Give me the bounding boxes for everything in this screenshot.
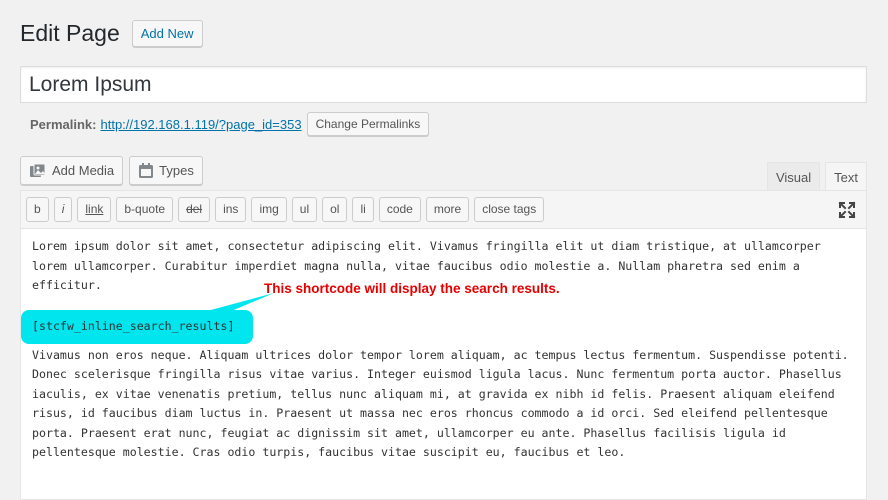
change-permalinks-button[interactable]: Change Permalinks xyxy=(306,112,430,136)
tab-text[interactable]: Text xyxy=(825,162,867,192)
annotation-text: This shortcode will display the search r… xyxy=(264,280,560,296)
page-title: Edit Page xyxy=(20,20,120,46)
page-header: Edit Page Add New xyxy=(20,18,203,48)
media-buttons: Add Media Types xyxy=(20,156,203,185)
quicktag-del-button[interactable]: del xyxy=(178,197,211,222)
add-new-button[interactable]: Add New xyxy=(131,19,203,47)
quicktag-close-tags-button[interactable]: close tags xyxy=(474,197,545,222)
permalink-link[interactable]: http://192.168.1.119/?page_id=353 xyxy=(100,117,301,132)
types-label: Types xyxy=(159,163,194,178)
quicktag-code-button[interactable]: code xyxy=(378,197,421,222)
editor-content[interactable]: Lorem ipsum dolor sit amet, consectetur … xyxy=(21,229,866,463)
quicktag-bold-button[interactable]: b xyxy=(26,197,49,222)
post-title-input[interactable]: Lorem Ipsum xyxy=(20,66,867,103)
shortcode-text: [stcfw_inline_search_results] xyxy=(32,318,235,333)
types-button[interactable]: Types xyxy=(129,156,203,185)
text-editor: b i link b-quote del ins img ul ol li co… xyxy=(20,190,867,500)
shortcode-callout: [stcfw_inline_search_results] This short… xyxy=(21,281,855,346)
quicktag-ol-button[interactable]: ol xyxy=(322,197,348,222)
content-paragraph: Vivamus non eros neque. Aliquam ultrices… xyxy=(32,347,849,460)
quicktag-ul-button[interactable]: ul xyxy=(291,197,318,222)
add-media-button[interactable]: Add Media xyxy=(20,156,124,185)
add-media-icon xyxy=(29,163,47,179)
quicktag-more-button[interactable]: more xyxy=(425,197,470,222)
quicktag-link-button[interactable]: link xyxy=(77,197,112,222)
quicktag-italic-button[interactable]: i xyxy=(53,197,73,222)
tab-visual[interactable]: Visual xyxy=(766,162,821,191)
quicktags-toolbar: b i link b-quote del ins img ul ol li co… xyxy=(21,191,866,229)
quicktag-li-button[interactable]: li xyxy=(352,197,374,222)
editor-tabs: Visual Text xyxy=(766,162,867,192)
quicktag-img-button[interactable]: img xyxy=(251,197,287,222)
types-icon xyxy=(138,162,154,179)
permalink-row: Permalink: http://192.168.1.119/?page_id… xyxy=(30,112,430,136)
permalink-label: Permalink: xyxy=(30,116,97,132)
quicktag-blockquote-button[interactable]: b-quote xyxy=(116,197,174,222)
fullscreen-icon[interactable] xyxy=(838,201,856,224)
quicktag-ins-button[interactable]: ins xyxy=(215,197,247,222)
add-media-label: Add Media xyxy=(52,163,115,178)
